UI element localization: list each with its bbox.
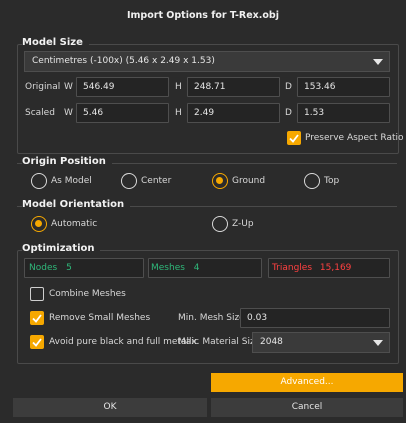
units-selected: Centimetres (-100x) (5.46 x 2.49 x 1.53) [32, 56, 215, 66]
meshes-value: 4 [193, 263, 200, 273]
triangles-label: Triangles [272, 263, 313, 273]
nodes-value: 5 [66, 263, 72, 273]
original-h-label: H [175, 82, 182, 92]
orientation-automatic-label: Automatic [51, 219, 98, 229]
cancel-button[interactable]: Cancel [211, 398, 403, 417]
max-material-size-dropdown[interactable]: 2048 [252, 332, 390, 353]
orientation-automatic-radio[interactable] [31, 216, 47, 232]
origin-top-radio[interactable] [304, 173, 320, 189]
meshes-label: Meshes [151, 263, 185, 273]
checkmark-icon [289, 134, 299, 143]
orientation-zup-label: Z-Up [232, 219, 254, 229]
scaled-w-label: W [64, 108, 73, 118]
combine-meshes-checkbox[interactable] [30, 287, 44, 301]
orientation-zup-radio[interactable] [212, 216, 228, 232]
units-dropdown[interactable]: Centimetres (-100x) (5.46 x 2.49 x 1.53) [24, 51, 390, 72]
checkmark-icon [32, 338, 42, 347]
avoid-black-metallic-label: Avoid pure black and full metallic [49, 337, 199, 347]
ok-button[interactable]: OK [13, 398, 207, 417]
preserve-aspect-label: Preserve Aspect Ratio [305, 133, 404, 143]
origin-as-model-radio[interactable] [31, 173, 47, 189]
original-w-label: W [64, 82, 73, 92]
origin-as-model-label: As Model [51, 176, 92, 186]
optimization-heading: Optimization [22, 243, 101, 254]
origin-ground-radio[interactable] [212, 173, 228, 189]
triangles-value: 15,169 [319, 263, 352, 273]
triangles-field: Triangles 15,169 [268, 258, 390, 278]
original-d-label: D [285, 82, 292, 92]
original-width-field[interactable]: 546.49 [76, 77, 169, 97]
scaled-h-label: H [175, 108, 182, 118]
original-height-field[interactable]: 248.71 [187, 77, 280, 97]
scaled-d-label: D [285, 108, 292, 118]
combine-meshes-label: Combine Meshes [49, 289, 126, 299]
model-size-heading: Model Size [22, 37, 89, 48]
scaled-height-field[interactable]: 2.49 [187, 103, 280, 123]
min-mesh-size-label: Min. Mesh Size [178, 313, 245, 323]
origin-center-radio[interactable] [121, 173, 137, 189]
original-depth-field[interactable]: 153.46 [297, 77, 390, 97]
origin-ground-label: Ground [232, 176, 266, 186]
max-material-size-value: 2048 [260, 337, 283, 347]
dialog-title: Import Options for T-Rex.obj [127, 10, 279, 21]
original-label: Original [25, 82, 61, 92]
preserve-aspect-checkbox[interactable] [287, 131, 301, 145]
meshes-field: Meshes 4 [148, 258, 262, 278]
avoid-black-metallic-checkbox[interactable] [30, 335, 44, 349]
origin-position-heading: Origin Position [22, 156, 112, 167]
scaled-depth-field[interactable]: 1.53 [297, 103, 390, 123]
scaled-width-field[interactable]: 5.46 [76, 103, 169, 123]
nodes-field: Nodes 5 [24, 258, 144, 278]
remove-small-meshes-label: Remove Small Meshes [49, 313, 151, 323]
scaled-label: Scaled [25, 108, 55, 118]
nodes-label: Nodes [29, 263, 58, 273]
min-mesh-size-field[interactable]: 0.03 [240, 308, 390, 328]
checkmark-icon [32, 314, 42, 323]
remove-small-meshes-checkbox[interactable] [30, 311, 44, 325]
chevron-down-icon [373, 59, 383, 65]
advanced-button[interactable]: Advanced... [211, 373, 403, 392]
origin-center-label: Center [141, 176, 172, 186]
origin-top-label: Top [324, 176, 340, 186]
chevron-down-icon [373, 340, 383, 346]
max-material-size-label: Max. Material Size [178, 337, 261, 347]
model-orientation-heading: Model Orientation [22, 199, 131, 210]
